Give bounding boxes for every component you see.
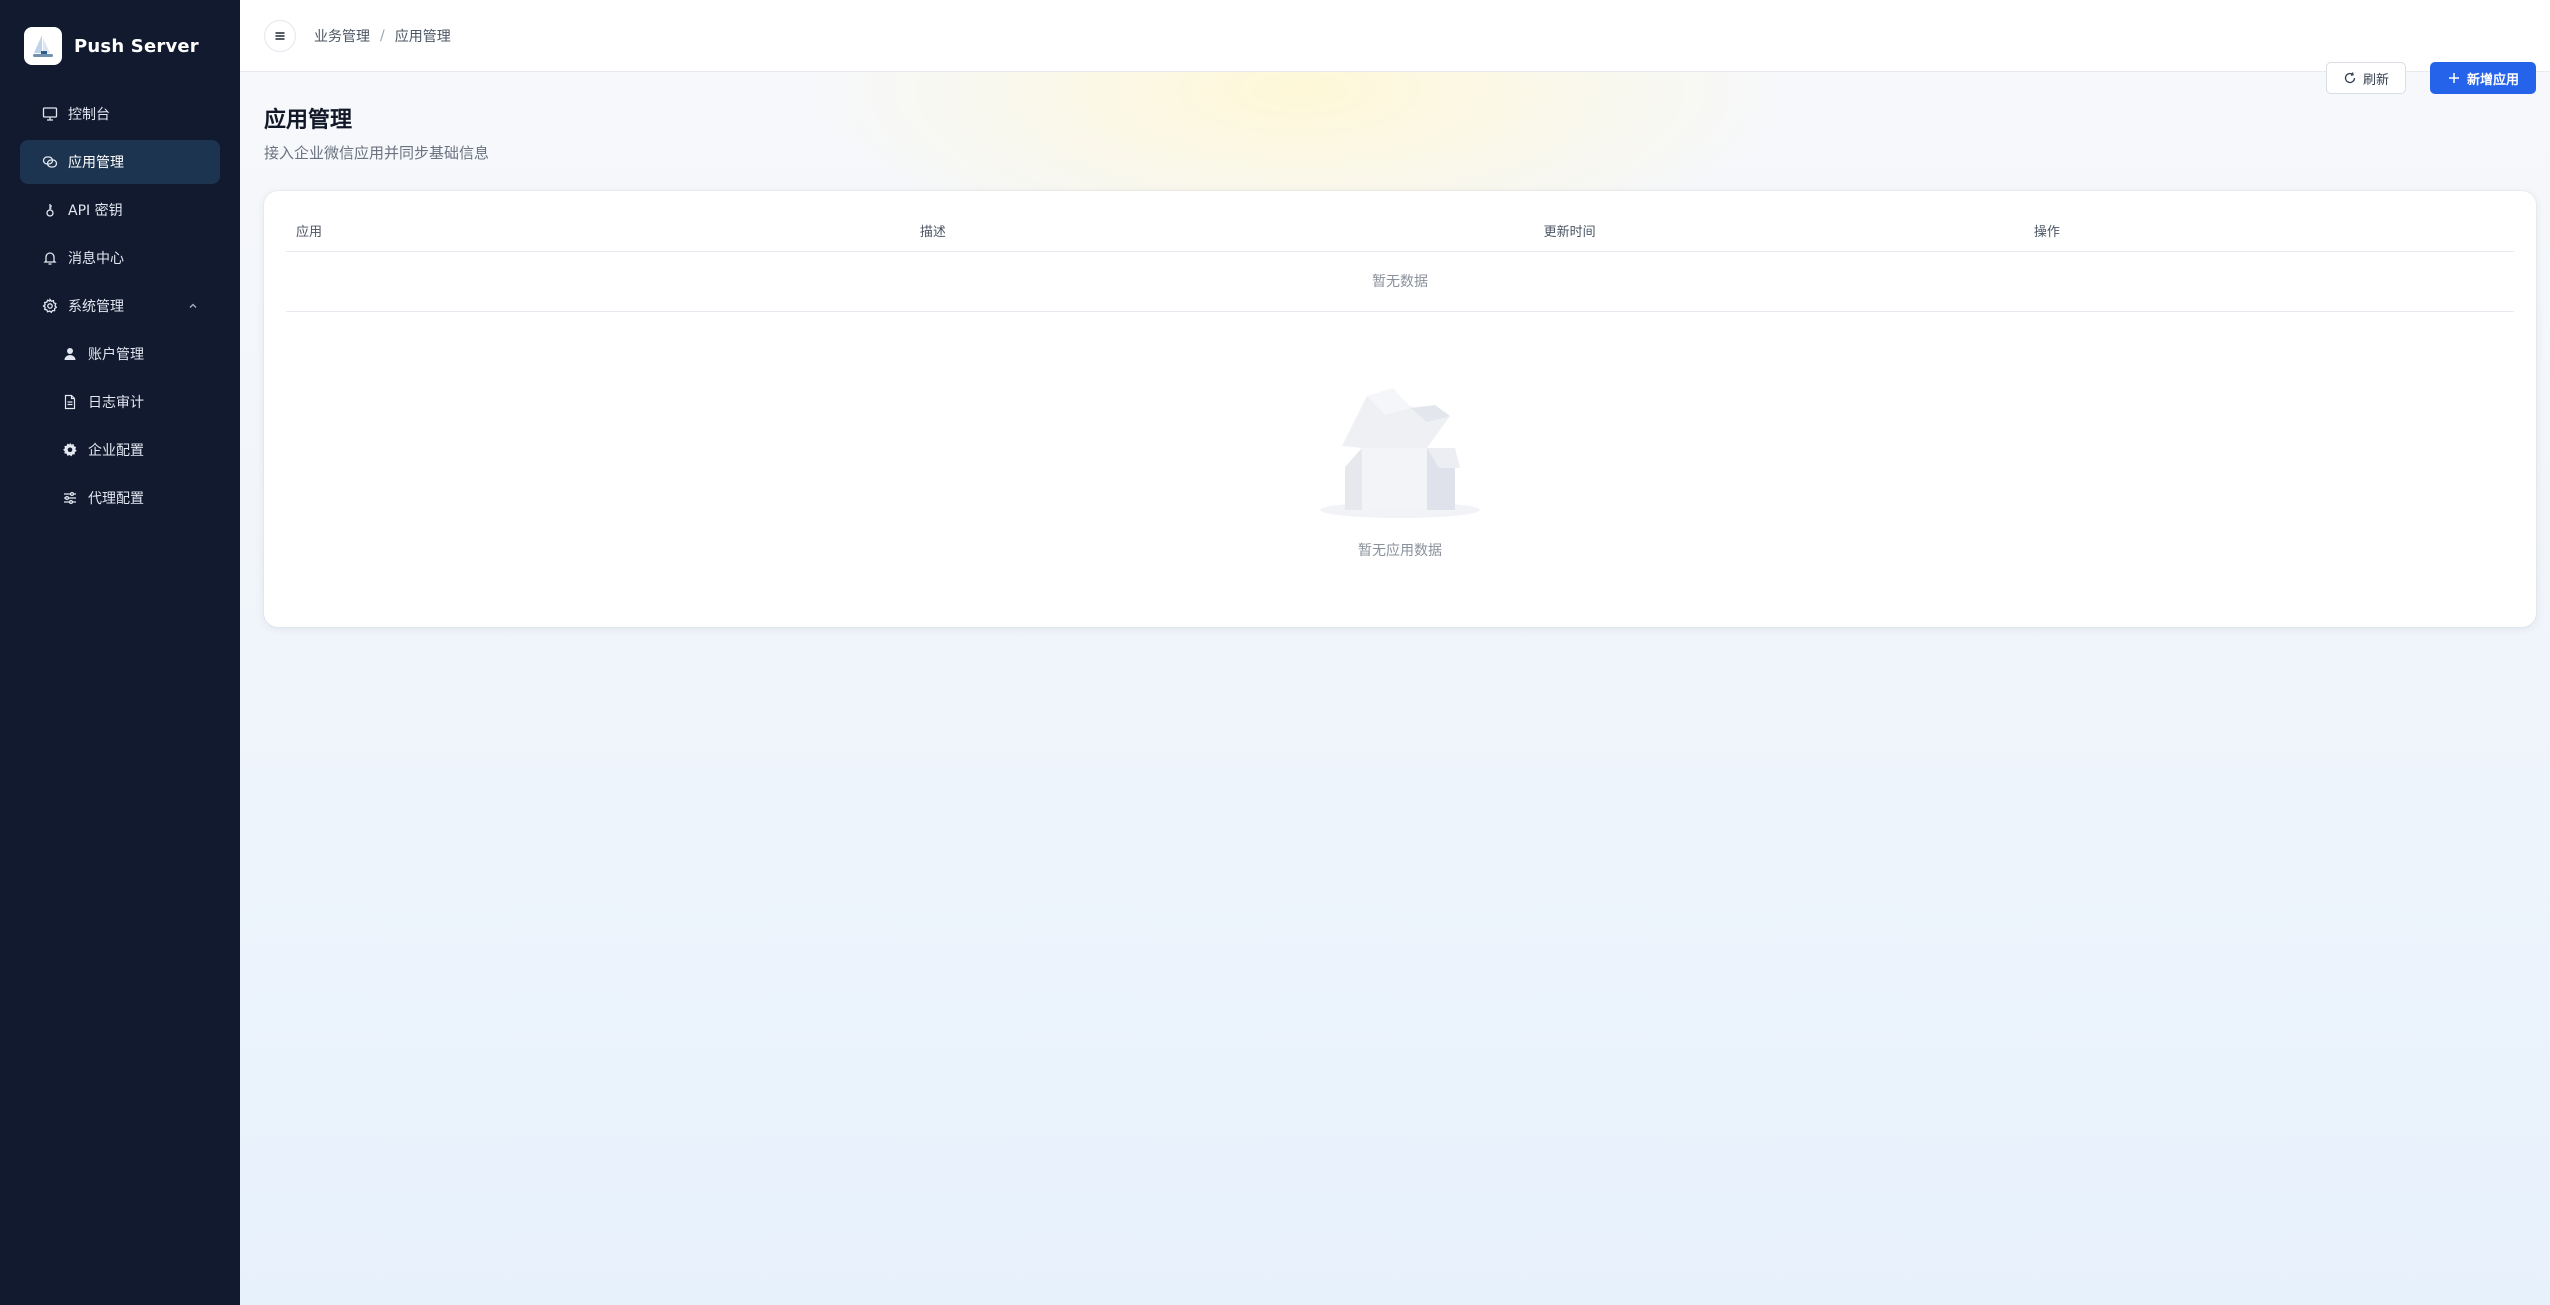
apps-table: 应用 描述 更新时间 操作 暂无数据	[286, 211, 2514, 312]
main-content: 业务管理 / 应用管理 应用管理 接入企业微信应用并同步基础信息 刷新 新增应用…	[240, 0, 2550, 1305]
chevron-up-icon[interactable]	[186, 299, 200, 313]
sidebar-item-label: 代理配置	[88, 491, 144, 507]
brand[interactable]: Push Server	[0, 0, 240, 92]
plus-icon	[2447, 71, 2461, 85]
monitor-icon	[42, 106, 58, 122]
app-logo-icon	[24, 27, 62, 65]
column-header-actions: 操作	[2023, 211, 2514, 252]
sidebar-item-label: API 密钥	[68, 203, 123, 219]
sidebar-item-label: 控制台	[68, 107, 110, 123]
breadcrumb-item-current: 应用管理	[394, 28, 451, 45]
sidebar-item-enterprise-config[interactable]: 企业配置	[20, 428, 220, 472]
sidebar-item-apps[interactable]: 应用管理	[20, 140, 220, 184]
column-header-description: 描述	[909, 211, 1534, 252]
sidebar-item-label: 账户管理	[88, 347, 144, 363]
sidebar-item-label: 消息中心	[68, 251, 124, 267]
sidebar-item-label: 日志审计	[88, 395, 144, 411]
file-icon	[62, 394, 78, 410]
add-app-button[interactable]: 新增应用	[2429, 62, 2536, 94]
page-actions: 刷新 新增应用	[2325, 62, 2536, 94]
empty-state-text: 暂无应用数据	[1358, 542, 1442, 559]
sliders-icon	[62, 490, 78, 506]
sidebar-item-label: 应用管理	[68, 155, 124, 171]
app-name: Push Server	[74, 35, 199, 57]
page-subtitle: 接入企业微信应用并同步基础信息	[264, 144, 490, 162]
hamburger-icon	[275, 31, 285, 40]
empty-state: 暂无应用数据	[286, 312, 2514, 560]
bell-icon	[42, 250, 58, 266]
add-app-label: 新增应用	[2466, 72, 2519, 88]
sidebar-item-messages[interactable]: 消息中心	[20, 236, 220, 280]
sidebar-item-system[interactable]: 系统管理	[20, 284, 220, 328]
table-no-data: 暂无数据	[286, 251, 2514, 312]
table-row: 暂无数据	[286, 251, 2514, 312]
sidebar-item-proxy-config[interactable]: 代理配置	[20, 476, 220, 520]
column-header-updated-at: 更新时间	[1533, 211, 2024, 252]
page-title: 应用管理	[264, 108, 353, 133]
sidebar-item-label: 系统管理	[68, 299, 124, 315]
breadcrumb-separator: /	[380, 27, 385, 44]
breadcrumb: 业务管理 / 应用管理	[314, 26, 451, 46]
sidebar-item-accounts[interactable]: 账户管理	[20, 332, 220, 376]
apps-icon	[42, 154, 58, 170]
key-icon	[42, 202, 58, 218]
refresh-label: 刷新	[2362, 72, 2389, 88]
column-header-app: 应用	[286, 211, 910, 252]
sidebar: Push Server 控制台 应用管理 API 密钥 消息中心 系统管理 账户…	[0, 0, 240, 1305]
refresh-icon	[2343, 71, 2357, 85]
user-icon	[62, 346, 78, 362]
refresh-button[interactable]: 刷新	[2325, 62, 2406, 94]
empty-box-icon	[1320, 387, 1480, 518]
table-header-row: 应用 描述 更新时间 操作	[286, 211, 2514, 252]
sidebar-item-label: 企业配置	[88, 443, 144, 459]
topbar: 业务管理 / 应用管理	[240, 0, 2550, 72]
system-submenu: 账户管理 日志审计 企业配置 代理配置	[20, 332, 220, 520]
sidebar-item-api-keys[interactable]: API 密钥	[20, 188, 220, 232]
cog-icon	[62, 442, 78, 458]
sidebar-item-dashboard[interactable]: 控制台	[20, 92, 220, 136]
apps-table-card: 应用 描述 更新时间 操作 暂无数据 暂无应用数据	[264, 191, 2536, 627]
gear-icon	[42, 298, 58, 314]
sidebar-nav: 控制台 应用管理 API 密钥 消息中心 系统管理 账户管理 日志审计 企业配置…	[0, 92, 240, 520]
menu-toggle-button[interactable]	[264, 19, 296, 52]
breadcrumb-item-business[interactable]: 业务管理	[314, 26, 370, 46]
sidebar-item-audit-log[interactable]: 日志审计	[20, 380, 220, 424]
page-header: 应用管理 接入企业微信应用并同步基础信息	[240, 72, 2550, 190]
